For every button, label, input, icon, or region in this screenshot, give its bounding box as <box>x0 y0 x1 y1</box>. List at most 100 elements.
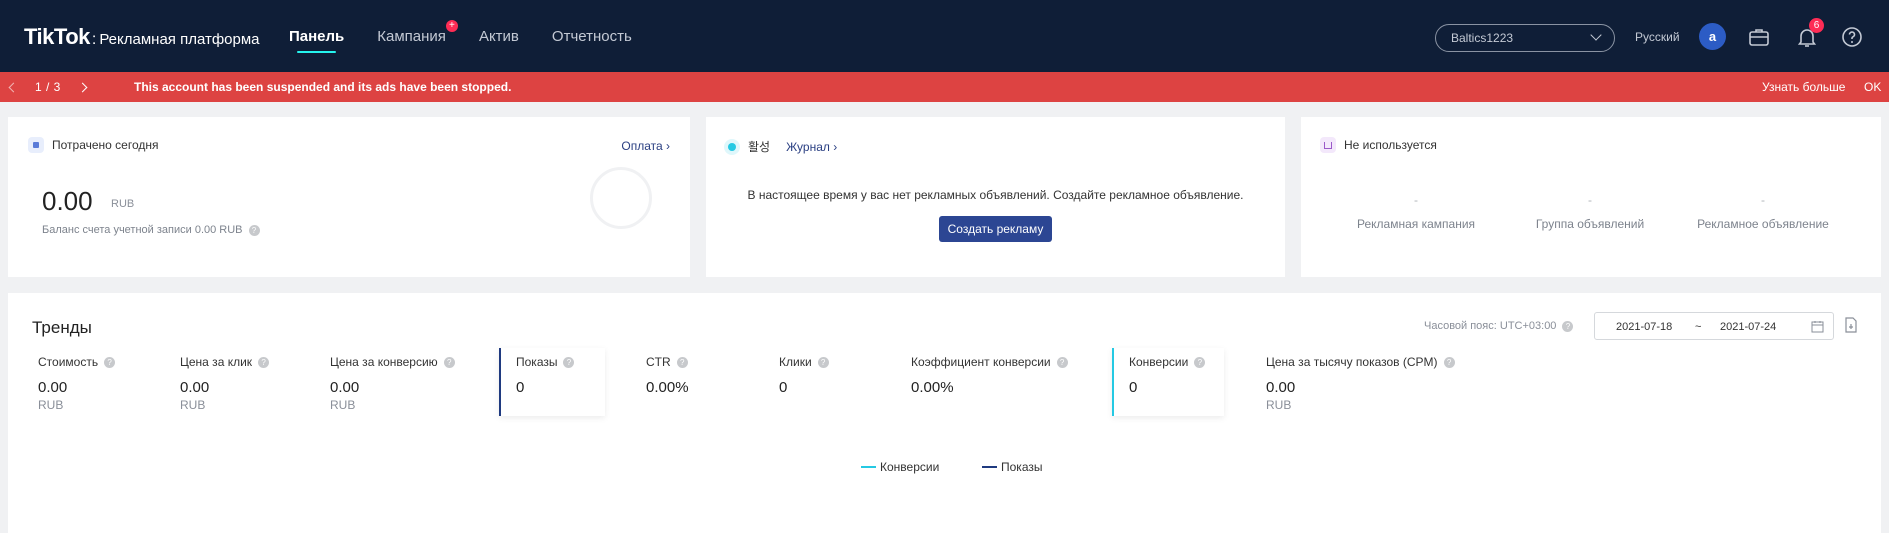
help-icon[interactable]: ? <box>1056 357 1068 369</box>
metric-value: 0.00% <box>646 379 689 396</box>
date-start: 2021-07-18 <box>1616 321 1673 333</box>
metric-ctr[interactable]: CTR? 0.00% <box>646 348 736 416</box>
logo-subtitle: Рекламная платформа <box>99 31 260 48</box>
legend-swatch <box>982 466 997 468</box>
ad-status-label: 활성 <box>748 140 771 154</box>
learn-more-link[interactable]: Узнать больше <box>1762 80 1845 94</box>
unused-adgroups-value: - <box>1588 193 1592 207</box>
metric-cost[interactable]: Стоимость? 0.00 RUB <box>38 348 148 416</box>
metric-label: Цена за конверсию <box>330 355 438 369</box>
metric-cost-per-conversion-header: Цена за конверсию? <box>330 355 455 369</box>
payment-link[interactable]: Оплата › <box>621 139 670 153</box>
chevron-right-icon[interactable] <box>77 82 88 92</box>
legend-label: Показы <box>1001 460 1043 474</box>
account-select[interactable]: Baltics1223 <box>1435 24 1615 52</box>
series-indicator <box>1112 348 1114 416</box>
help-icon[interactable]: ? <box>563 357 575 369</box>
metric-cpm[interactable]: Цена за тысячу показов (CPM)? 0.00 RUB <box>1266 348 1486 416</box>
chevron-down-icon <box>1590 29 1602 41</box>
metric-value: 0.00 <box>1266 379 1296 396</box>
tiktok-logo[interactable]: TikTok : Рекламная платформа <box>24 24 260 50</box>
unused-ads-value: - <box>1761 193 1765 207</box>
metric-unit: RUB <box>330 398 356 412</box>
help-icon[interactable] <box>1840 25 1864 49</box>
legend-conversions[interactable]: Конверсии <box>861 460 939 474</box>
spent-today-title: Потрачено сегодня <box>28 137 159 153</box>
metric-value: 0.00 <box>180 379 210 396</box>
unused-label: Не используется <box>1344 138 1437 152</box>
alert-ok-button[interactable]: OK <box>1864 80 1881 94</box>
timezone: Часовой пояс: UTC+03:00? <box>1424 320 1574 332</box>
metric-cpm-header: Цена за тысячу показов (CPM)? <box>1266 355 1455 369</box>
calendar-icon <box>1811 321 1824 333</box>
metric-label: Показы <box>516 355 558 369</box>
spent-today-card: Потрачено сегодня Оплата › 0.00 RUB Бала… <box>8 117 690 277</box>
series-indicator <box>499 348 501 416</box>
metric-conversion-rate-header: Коэффициент конверсии? <box>911 355 1068 369</box>
metric-conversions-selected[interactable]: Конверсии? 0 <box>1112 348 1224 416</box>
metric-label: Цена за клик <box>180 355 253 369</box>
metric-unit: RUB <box>180 398 206 412</box>
briefcase-icon[interactable] <box>1747 25 1771 49</box>
spent-today-label: Потрачено сегодня <box>52 138 159 152</box>
wallet-icon <box>28 137 44 153</box>
metric-unit: RUB <box>1266 398 1292 412</box>
metric-value: 0.00 <box>38 379 68 396</box>
help-icon[interactable]: ? <box>1194 357 1206 369</box>
help-icon[interactable]: ? <box>248 224 260 236</box>
avatar[interactable]: a <box>1699 23 1726 50</box>
nav-campaign-label: Кампания <box>377 28 446 45</box>
help-icon[interactable]: ? <box>676 357 688 369</box>
legend-label: Конверсии <box>880 460 940 474</box>
unused-adgroups-label: Группа объявлений <box>1535 217 1645 231</box>
chevron-left-icon[interactable] <box>8 82 19 92</box>
timezone-text: Часовой пояс: UTC+03:00 <box>1424 320 1557 332</box>
metric-value: 0.00 <box>330 379 360 396</box>
nav-assets[interactable]: Актив <box>479 28 519 45</box>
date-range-picker[interactable]: 2021-07-18 ~ 2021-07-24 <box>1594 312 1834 340</box>
nav-reporting[interactable]: Отчетность <box>552 28 632 45</box>
help-icon[interactable]: ? <box>443 357 455 369</box>
metric-conversions-header: Конверсии? <box>1129 355 1206 369</box>
journal-link[interactable]: Журнал › <box>786 140 837 154</box>
metric-label: Коэффициент конверсии <box>911 355 1051 369</box>
date-separator: ~ <box>1695 321 1702 333</box>
notification-count-badge: 6 <box>1809 18 1824 33</box>
date-end: 2021-07-24 <box>1720 321 1777 333</box>
export-icon[interactable] <box>1844 317 1858 333</box>
unused-adgroups: - Группа объявлений <box>1500 193 1680 231</box>
nav-dashboard[interactable]: Панель <box>289 28 344 53</box>
metric-label: Клики <box>779 355 812 369</box>
help-icon[interactable]: ? <box>817 357 829 369</box>
unused-campaigns-value: - <box>1414 193 1418 207</box>
metric-value: 0.00% <box>911 379 954 396</box>
metric-value: 0 <box>1129 379 1138 396</box>
legend-swatch <box>861 466 876 468</box>
metric-label: Конверсии <box>1129 355 1189 369</box>
language-switcher[interactable]: Русский <box>1635 30 1680 44</box>
logo-mark: TikTok <box>24 24 90 49</box>
unused-title: Не используется <box>1320 137 1437 153</box>
help-icon[interactable]: ? <box>1562 320 1574 332</box>
metric-clicks[interactable]: Клики? 0 <box>779 348 869 416</box>
legend-impressions[interactable]: Показы <box>982 460 1042 474</box>
help-icon[interactable]: ? <box>1443 357 1455 369</box>
metric-cost-per-conversion[interactable]: Цена за конверсию? 0.00 RUB <box>330 348 460 416</box>
alert-page-indicator: 1 / 3 <box>35 80 61 94</box>
metric-cost-header: Стоимость? <box>38 355 116 369</box>
account-balance: Баланс счета учетной записи 0.00 RUB? <box>42 224 260 236</box>
help-icon[interactable]: ? <box>258 357 270 369</box>
metric-cpc[interactable]: Цена за клик? 0.00 RUB <box>180 348 290 416</box>
unused-ads-label: Рекламное объявление <box>1697 217 1829 231</box>
help-icon[interactable]: ? <box>104 357 116 369</box>
metric-impressions-selected[interactable]: Показы? 0 <box>499 348 605 416</box>
logo-separator: : <box>91 31 97 48</box>
metric-conversion-rate[interactable]: Коэффициент конверсии? 0.00% <box>911 348 1081 416</box>
create-ad-button[interactable]: Создать рекламу <box>939 216 1052 242</box>
metric-label: Стоимость <box>38 355 99 369</box>
spent-value: 0.00 <box>42 186 93 216</box>
ad-status-header: 활성 Журнал › <box>724 138 837 155</box>
trends-title: Тренды <box>32 318 92 337</box>
alert-message: This account has been suspended and its … <box>134 80 512 94</box>
nav-campaign[interactable]: Кампания + <box>377 20 458 45</box>
